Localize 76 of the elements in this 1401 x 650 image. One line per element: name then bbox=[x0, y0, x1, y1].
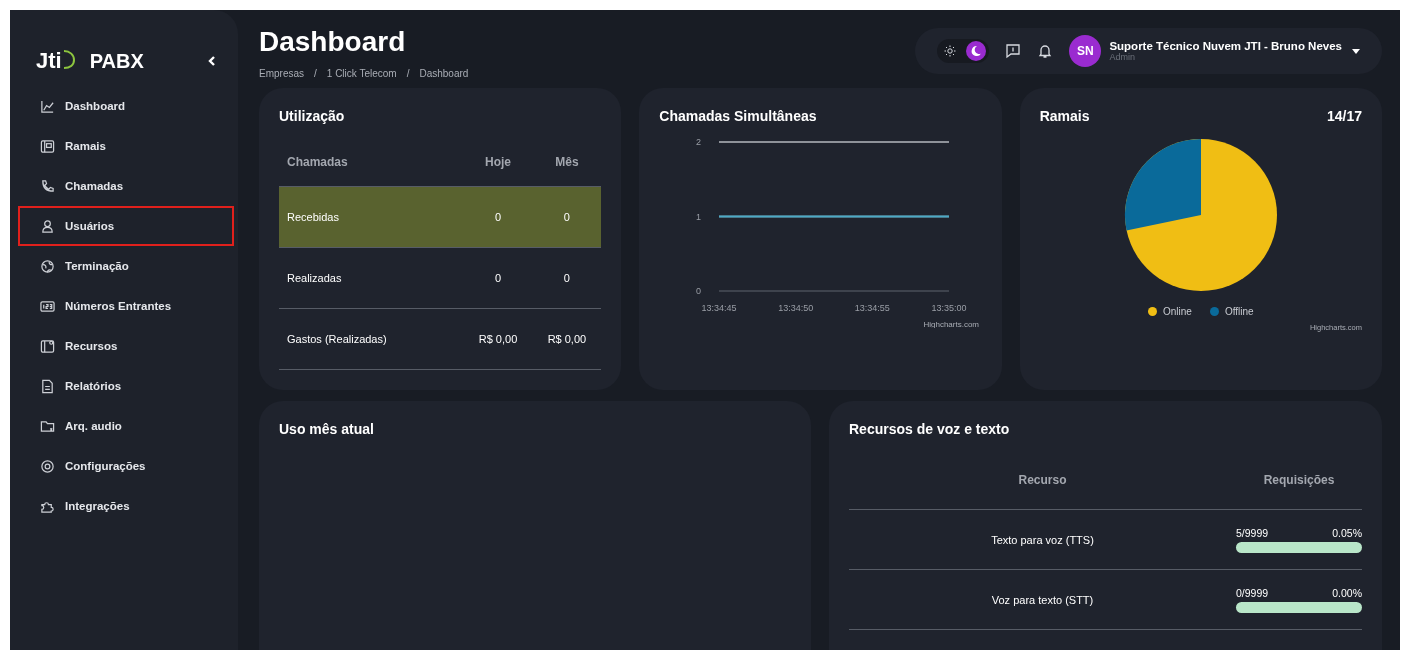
page-title: Dashboard bbox=[259, 26, 407, 58]
axis-label: 13:34:45 bbox=[701, 303, 737, 313]
axis-label: 0 bbox=[696, 286, 702, 296]
table-cell: Recebidas bbox=[279, 186, 464, 248]
column-header: Requisições bbox=[1236, 451, 1362, 510]
user-menu[interactable]: SN Suporte Técnico Nuvem JTI - Bruno Neves Admin bbox=[1069, 35, 1360, 67]
swoosh-icon bbox=[61, 48, 76, 70]
usage-percent: 0.05% bbox=[1332, 526, 1362, 539]
user-name: Suporte Técnico Nuvem JTI - Bruno Neves bbox=[1109, 40, 1342, 52]
column-header: Chamadas bbox=[279, 138, 464, 187]
sidebar-item[interactable]: Números Entrantes bbox=[18, 286, 234, 326]
resources-icon bbox=[40, 338, 55, 354]
resource-name: Voz para texto (STT) bbox=[991, 593, 1094, 606]
usage-count: 5/9999 bbox=[1236, 526, 1269, 539]
user-role: Admin bbox=[1109, 52, 1135, 62]
table-cell: 0 bbox=[532, 247, 602, 309]
breadcrumb-separator: / bbox=[314, 68, 317, 79]
card-title: Chamadas Simultâneas bbox=[659, 108, 818, 124]
axis-label: 1 bbox=[696, 211, 702, 222]
chart-credit[interactable]: Highcharts.com bbox=[923, 320, 980, 328]
moon-icon[interactable] bbox=[966, 41, 987, 61]
column-header: Hoje bbox=[463, 138, 533, 187]
axis-label: 13:35:00 bbox=[931, 303, 967, 313]
sidebar-item[interactable]: Configurações bbox=[18, 446, 234, 486]
sidebar-item[interactable]: Ramais bbox=[18, 126, 234, 166]
sidebar-item[interactable]: Relatórios bbox=[18, 366, 234, 406]
table-cell: Gastos (Realizadas) bbox=[279, 308, 464, 370]
sidebar-item[interactable]: Integrações bbox=[18, 486, 234, 526]
table-cell: 0 bbox=[463, 186, 533, 248]
folder-icon bbox=[40, 418, 55, 434]
caret-icon bbox=[1352, 48, 1360, 54]
bell-icon[interactable] bbox=[1037, 43, 1054, 59]
card-title: Uso mês atual bbox=[279, 421, 375, 437]
extension-count: 14/17 bbox=[1326, 108, 1362, 124]
chat-icon[interactable] bbox=[1005, 43, 1022, 59]
axis-label: 13:34:55 bbox=[855, 303, 891, 313]
usage-percent: 0.00% bbox=[1332, 586, 1362, 599]
settings-icon bbox=[40, 458, 55, 474]
card-title: Recursos de voz e texto bbox=[849, 421, 1011, 437]
chevron-left-icon[interactable] bbox=[206, 55, 218, 67]
sidebar-item[interactable]: Recursos bbox=[18, 326, 234, 366]
usage-count: 0/9999 bbox=[1236, 586, 1269, 599]
product-name: PABX bbox=[89, 49, 144, 73]
legend-item[interactable]: Offline bbox=[1209, 306, 1254, 317]
column-header: Mês bbox=[532, 138, 602, 187]
avatar: SN bbox=[1069, 35, 1102, 67]
card-icon bbox=[40, 138, 55, 154]
table-cell: Realizadas bbox=[279, 247, 464, 309]
breadcrumb-separator: / bbox=[406, 68, 410, 79]
sidebar-item[interactable]: Terminação bbox=[18, 246, 234, 286]
axis-label: 13:34:50 bbox=[778, 303, 814, 313]
axis-label: 2 bbox=[696, 137, 702, 147]
card-title: Utilização bbox=[279, 108, 346, 124]
sidebar-item[interactable]: Dashboard bbox=[18, 86, 234, 126]
sidebar-item[interactable]: Usuários bbox=[18, 206, 234, 246]
chart-icon bbox=[40, 98, 55, 114]
numbers-icon bbox=[40, 298, 55, 314]
breadcrumb-link[interactable]: 1 Click Telecom bbox=[326, 68, 397, 79]
document-icon bbox=[40, 378, 55, 394]
card-title: Ramais bbox=[1039, 108, 1090, 124]
table-cell: 0 bbox=[463, 247, 533, 309]
theme-toggle[interactable] bbox=[937, 39, 990, 63]
column-header: Recurso bbox=[849, 451, 1236, 510]
breadcrumb-link[interactable]: Dashboard bbox=[419, 68, 469, 79]
logo-text: Jti bbox=[36, 48, 62, 74]
table-cell: R$ 0,00 bbox=[463, 308, 533, 370]
breadcrumb-link[interactable]: Empresas bbox=[259, 68, 304, 79]
table-cell: 0 bbox=[532, 186, 602, 248]
table-cell: R$ 0,00 bbox=[532, 308, 602, 370]
globe-icon bbox=[40, 258, 55, 274]
resource-name: Texto para voz (TTS) bbox=[991, 533, 1094, 546]
sidebar-item[interactable]: Chamadas bbox=[18, 166, 234, 206]
phone-icon bbox=[40, 178, 55, 194]
legend-item[interactable]: Online bbox=[1148, 306, 1192, 317]
user-icon bbox=[40, 218, 55, 234]
sidebar-item[interactable]: Arq. audio bbox=[18, 406, 234, 446]
